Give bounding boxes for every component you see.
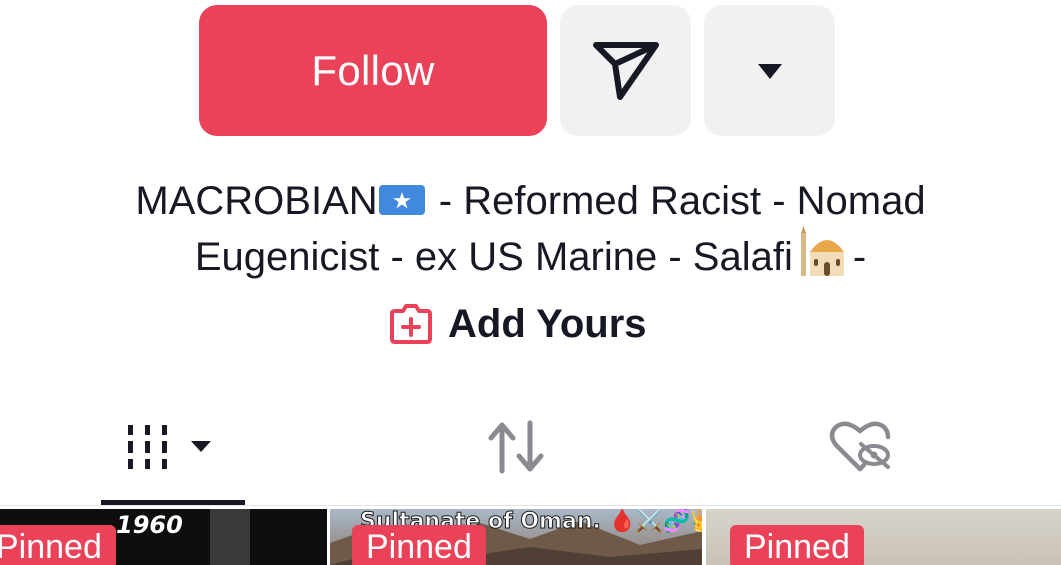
repost-icon xyxy=(488,420,544,474)
tab-liked[interactable] xyxy=(788,412,932,482)
bio-line-1-text: - Reformed Racist - Nomad xyxy=(427,179,926,223)
pinned-badge: Pinned xyxy=(0,525,116,565)
video-thumbnail-2[interactable]: Sultanate of Oman. 🩸⚔️🧬👑 Pinned xyxy=(330,509,702,565)
share-profile-button[interactable] xyxy=(560,5,691,136)
thumbnail-caption: 1960 xyxy=(116,511,183,539)
tab-reposts[interactable] xyxy=(444,412,588,482)
pinned-badge: Pinned xyxy=(352,525,486,565)
thumbnail-image xyxy=(210,509,250,565)
somalia-flag-icon xyxy=(378,185,425,215)
tab-divider xyxy=(0,505,1061,506)
bio-line-2-end: - xyxy=(852,235,867,279)
bio-line-1: MACROBIAN - Reformed Racist - Nomad xyxy=(0,176,1061,226)
add-yours-icon xyxy=(390,304,432,344)
caret-down-icon xyxy=(757,63,782,79)
more-options-button[interactable] xyxy=(704,5,835,136)
add-yours-label: Add Yours xyxy=(448,301,647,346)
video-thumbnail-1[interactable]: 1960 Pinned xyxy=(0,509,327,565)
mosque-icon xyxy=(800,226,844,276)
bio-name: MACROBIAN xyxy=(135,179,378,223)
video-thumbnail-3[interactable]: Pinned xyxy=(706,509,1061,565)
liked-hidden-icon xyxy=(829,421,891,472)
tab-videos[interactable] xyxy=(101,412,245,482)
add-yours-link[interactable]: Add Yours xyxy=(388,300,647,348)
bio-line-2: Eugenicist - ex US Marine - Salafi - xyxy=(0,226,1061,282)
grid-icon xyxy=(128,425,211,469)
follow-button[interactable]: Follow xyxy=(199,5,547,136)
bio-line-2-text: Eugenicist - ex US Marine - Salafi xyxy=(194,235,793,279)
pinned-badge: Pinned xyxy=(730,525,864,565)
send-icon xyxy=(592,41,659,100)
